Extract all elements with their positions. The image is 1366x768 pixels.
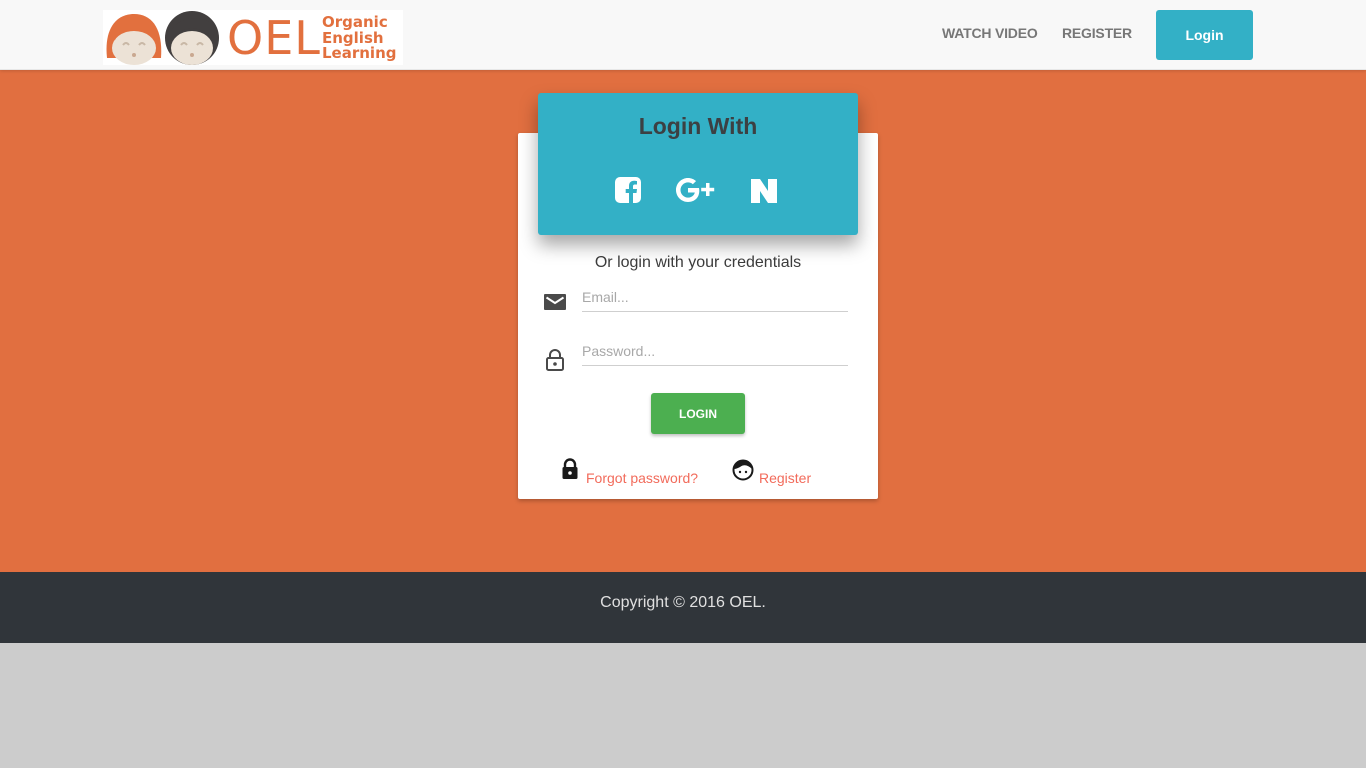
email-input[interactable] (582, 282, 848, 312)
user-face-icon (732, 459, 754, 481)
facebook-icon (615, 177, 641, 203)
email-row (543, 282, 849, 322)
logo-subtitle: Organic English Learning (322, 14, 397, 62)
logo-text: OEL (227, 11, 321, 65)
credentials-subtitle: Or login with your credentials (594, 254, 802, 271)
nav-watch-video-link[interactable]: WATCH VIDEO (942, 25, 1038, 41)
navbar: OEL Organic English Learning WATCH VIDEO… (0, 0, 1366, 70)
password-row (543, 336, 849, 376)
login-submit-button[interactable]: LOGIN (651, 393, 745, 434)
login-with-title: Login With (638, 113, 758, 139)
logo-subtitle-line: Learning (322, 44, 397, 62)
naver-login-button[interactable] (748, 175, 780, 207)
forgot-lock-icon (562, 458, 578, 479)
password-input[interactable] (582, 336, 848, 366)
nav-login-button[interactable]: Login (1156, 10, 1253, 60)
footer: Copyright © 2016 OEL. (0, 572, 1366, 643)
copyright-text: Copyright © 2016 OEL. (600, 594, 766, 611)
facebook-login-button[interactable] (614, 175, 642, 205)
mail-icon (544, 294, 566, 310)
naver-n-icon (751, 179, 777, 203)
google-plus-icon (676, 178, 715, 202)
lock-icon (546, 349, 564, 371)
forgot-password-link[interactable]: Forgot password? (586, 470, 698, 486)
google-plus-login-button[interactable] (674, 175, 716, 205)
nav-register-link[interactable]: REGISTER (1062, 25, 1132, 41)
brand-logo[interactable]: OEL Organic English Learning (103, 10, 403, 65)
kids-faces-icon (106, 11, 219, 65)
login-card-header: Login With (538, 93, 858, 235)
register-link[interactable]: Register (759, 470, 811, 486)
